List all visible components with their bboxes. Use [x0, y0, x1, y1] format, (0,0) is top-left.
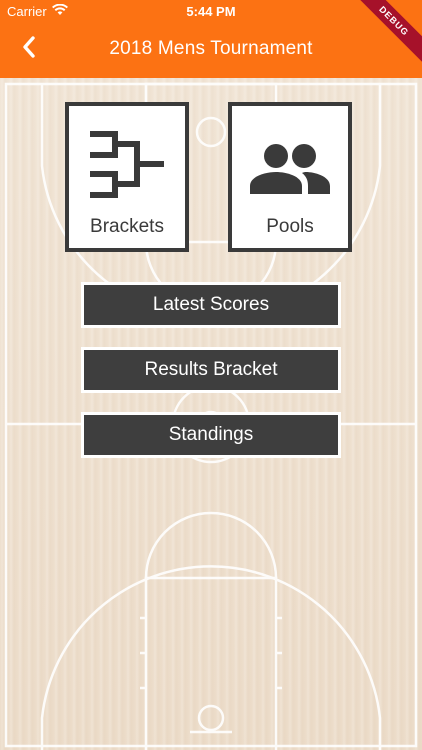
pools-tile[interactable]: Pools	[228, 102, 352, 252]
latest-scores-label: Latest Scores	[84, 285, 338, 325]
status-time: 5:44 PM	[186, 4, 236, 19]
app-bar: Carrier 5:44 PM 2018 Mens Tournament DEB…	[0, 0, 422, 78]
brackets-label: Brackets	[90, 216, 164, 237]
group-icon	[232, 128, 348, 198]
latest-scores-button[interactable]: Latest Scores	[81, 282, 341, 328]
standings-button[interactable]: Standings	[81, 412, 341, 458]
pools-label: Pools	[266, 216, 314, 237]
status-bar: Carrier 5:44 PM	[0, 0, 422, 22]
results-bracket-button[interactable]: Results Bracket	[81, 347, 341, 393]
results-bracket-label: Results Bracket	[84, 350, 338, 390]
standings-label: Standings	[84, 415, 338, 455]
page-title: 2018 Mens Tournament	[109, 38, 313, 59]
bracket-icon	[69, 128, 185, 198]
brackets-tile[interactable]: Brackets	[65, 102, 189, 252]
